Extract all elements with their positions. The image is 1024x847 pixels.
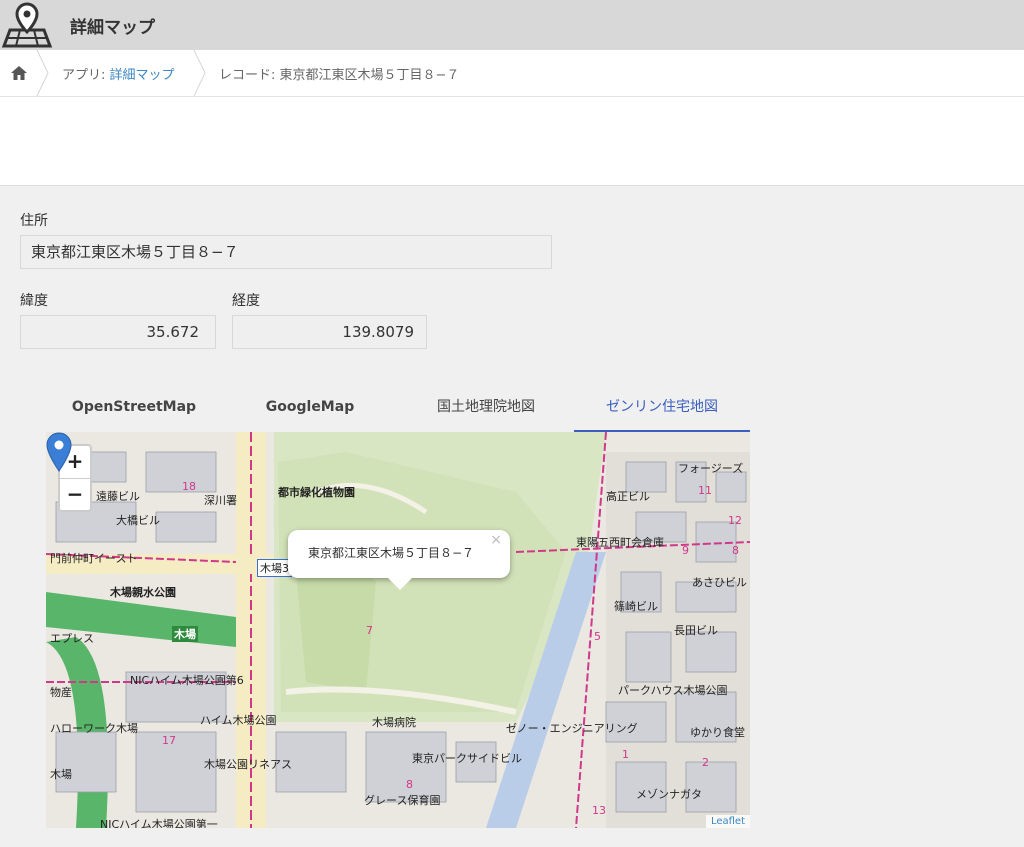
longitude-field[interactable]: 139.8079 (232, 315, 427, 349)
map-block-number: 7 (366, 624, 373, 637)
map-label-ryokka: 都市緑化植物園 (278, 486, 355, 499)
breadcrumb-separator (193, 50, 206, 96)
map-attribution[interactable]: Leaflet (705, 815, 750, 828)
map-label-rineas: 木場公園リネアス (204, 758, 292, 771)
breadcrumb-app-prefix: アプリ: (62, 68, 110, 83)
popup-address: 東京都江東区木場５丁目８−７ (308, 546, 475, 560)
map-label-shinozaki: 篠崎ビル (614, 600, 658, 613)
popup-close-button[interactable]: × (490, 532, 502, 548)
map-label-nakacho: 門前仲町イースト (50, 552, 138, 565)
map-pin-icon (1, 2, 53, 48)
breadcrumb: アプリ: 詳細マップ レコード: 東京都江東区木場５丁目８−７ (0, 50, 1024, 97)
app-title: 詳細マップ (70, 18, 155, 38)
map-label-mesonagata: メゾンナガタ (636, 788, 702, 801)
map-popup: 東京都江東区木場５丁目８−７ × (288, 530, 510, 578)
breadcrumb-app: アプリ: 詳細マップ (62, 64, 175, 83)
map-label-nagata: 長田ビル (674, 624, 718, 637)
tab-zenrin-map[interactable]: ゼンリン住宅地図 (574, 386, 750, 432)
latitude-label: 緯度 (20, 293, 48, 309)
map-block-number: 8 (732, 544, 739, 557)
map-label-higashiyo: 東陽五西町会倉庫 (576, 536, 664, 549)
map-label-grace: グレース保育園 (364, 794, 441, 807)
map-label-ohashi: 大橋ビル (116, 514, 160, 527)
map-label-hospital: 木場病院 (372, 716, 416, 729)
popup-tip (388, 578, 412, 590)
map-block-number: 2 (702, 756, 709, 769)
breadcrumb-separator (36, 50, 49, 96)
home-icon[interactable] (10, 64, 28, 82)
map-view[interactable]: 都市緑化植物園 深川署 大橋ビル 遠藤ビル 門前仲町イースト 木場3 木場親水公… (46, 432, 750, 828)
map-block-number: 12 (728, 514, 742, 527)
tab-googlemap[interactable]: GoogleMap (222, 386, 398, 430)
map-marker-icon[interactable] (46, 432, 72, 472)
address-label: 住所 (20, 213, 48, 229)
map-label-hellowork: ハローワーク木場 (50, 722, 138, 735)
map-label-takamasa: 高正ビル (606, 490, 650, 503)
map-label-asahi: あさひビル (692, 576, 747, 589)
map-tabs: OpenStreetMap GoogleMap 国土地理院地図 ゼンリン住宅地図 (46, 386, 750, 432)
map-label-nic1: NICハイム木場公園第6 (130, 674, 244, 687)
zoom-out-button[interactable]: − (60, 479, 90, 511)
map-label-parkside: 東京パークサイドビル (412, 752, 522, 765)
app-header: 詳細マップ (0, 0, 1024, 50)
map-label-forges: フォージーズ (678, 462, 744, 475)
breadcrumb-record: レコード: 東京都江東区木場５丁目８−７ (219, 68, 460, 83)
map-label-express: エプレス (50, 632, 94, 645)
map-label-parkhouse: パークハウス木場公園 (618, 684, 728, 697)
map-block-number: 18 (182, 480, 196, 493)
map-block-number: 13 (592, 804, 606, 817)
map-block-number: 11 (698, 484, 712, 497)
map-label-yukari: ゆかり食堂 (690, 726, 745, 739)
map-label-kiba3: 木場3 (257, 559, 292, 577)
map-block-number: 1 (622, 748, 629, 761)
breadcrumb-app-link[interactable]: 詳細マップ (110, 68, 175, 83)
map-label-heim: ハイム木場公園 (200, 714, 277, 727)
toolbar-area (0, 97, 1024, 186)
map-block-number: 17 (162, 734, 176, 747)
map-label-fukagawa: 深川署 (204, 494, 237, 507)
map-label-kiba-left: 木場 (50, 768, 72, 781)
map-block-number: 5 (594, 630, 601, 643)
map-label-nic2: NICハイム木場公園第一 (100, 818, 218, 828)
map-label-kiba-station: 木場 (172, 626, 198, 642)
map-block-number: 9 (682, 544, 689, 557)
map-label-shinsui: 木場親水公園 (110, 586, 176, 599)
latitude-field[interactable]: 35.672 (20, 315, 216, 349)
tab-gsi-map[interactable]: 国土地理院地図 (398, 386, 574, 430)
address-field[interactable]: 東京都江東区木場５丁目８−７ (20, 235, 552, 269)
map-label-enomoto: 遠藤ビル (96, 490, 140, 503)
tab-openstreetmap[interactable]: OpenStreetMap (46, 386, 222, 430)
map-label-engineering: ゼノー・エンジニアリング (506, 722, 638, 735)
longitude-label: 経度 (232, 293, 260, 309)
map-label-butsuryu: 物産 (50, 686, 72, 699)
map-block-number: 8 (406, 778, 413, 791)
